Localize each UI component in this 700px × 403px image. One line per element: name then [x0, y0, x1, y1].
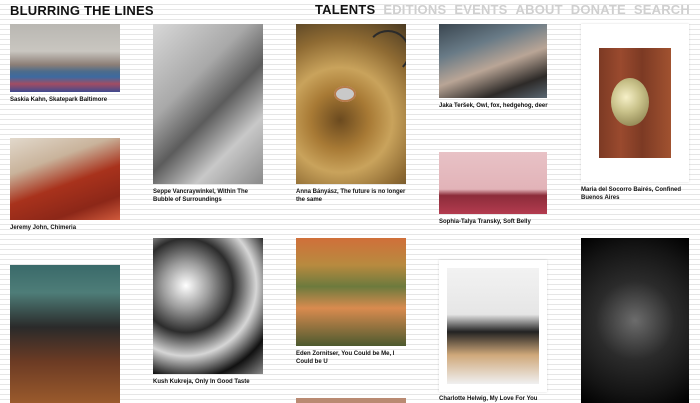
work-card-plant[interactable] [581, 238, 691, 403]
site-header: BLURRING THE LINES TALENTS EDITIONS EVEN… [0, 0, 700, 20]
work-frame [439, 260, 547, 392]
work-card-skatepark[interactable]: Saskia Kahn, Skatepark Baltimore [10, 24, 120, 106]
plate-shape-icon [611, 78, 649, 126]
eye-shape-icon [334, 86, 356, 102]
nav-about[interactable]: ABOUT [516, 2, 563, 17]
work-card-chimeria[interactable]: Jeremy John, Chimeria [10, 138, 120, 234]
work-caption[interactable]: Sophia-Talya Transky, Soft Belly [439, 218, 549, 226]
work-card-good-taste[interactable]: Kush Kukreja, Only In Good Taste [153, 238, 263, 388]
work-image-hug[interactable] [153, 24, 263, 184]
work-caption[interactable]: Saskia Kahn, Skatepark Baltimore [10, 96, 130, 104]
work-card-future[interactable]: Anna Bányász, The future is no longer th… [296, 24, 406, 206]
work-frame [581, 24, 689, 182]
nav-search[interactable]: SEARCH [634, 2, 690, 17]
main-nav: TALENTS EDITIONS EVENTS ABOUT DONATE SEA… [315, 2, 690, 17]
work-image-good-taste[interactable] [153, 238, 263, 374]
work-card-portrait[interactable] [10, 265, 120, 403]
work-card-bubble[interactable]: Seppe Vancraywinkel, Within The Bubble o… [153, 24, 263, 206]
work-card-could-be[interactable]: Eden Zornitser, You Could be Me, I Could… [296, 238, 406, 366]
work-image-vr[interactable] [447, 268, 539, 384]
nav-events[interactable]: EVENTS [454, 2, 507, 17]
work-caption[interactable]: Maria del Socorro Bairés, Confined Bueno… [581, 186, 691, 202]
work-image-bottom[interactable] [296, 398, 406, 403]
work-caption[interactable]: Charlotte Helwig, My Love For You [439, 395, 549, 403]
work-image-chimeria[interactable] [10, 138, 120, 220]
work-caption[interactable]: Jaka Teršek, Owl, fox, hedgehog, deer [439, 102, 549, 110]
work-card-soft-belly[interactable]: Sophia-Talya Transky, Soft Belly [439, 152, 549, 232]
work-caption[interactable]: Anna Bányász, The future is no longer th… [296, 188, 406, 204]
work-caption[interactable]: Kush Kukreja, Only In Good Taste [153, 378, 273, 386]
work-image-skatepark[interactable] [10, 24, 120, 92]
work-card-my-love[interactable]: Charlotte Helwig, My Love For You [439, 260, 549, 403]
work-image-sofa[interactable] [439, 152, 547, 214]
work-image-hands[interactable] [439, 24, 547, 98]
work-image-plant[interactable] [581, 238, 689, 403]
nav-donate[interactable]: DONATE [571, 2, 626, 17]
work-image-eden[interactable] [296, 238, 406, 346]
work-card-confined[interactable]: Maria del Socorro Bairés, Confined Bueno… [581, 24, 691, 204]
work-image-door[interactable] [599, 48, 671, 158]
horn-shape-icon [366, 30, 406, 74]
site-title[interactable]: BLURRING THE LINES [10, 3, 154, 18]
work-image-bull[interactable] [296, 24, 406, 184]
work-caption[interactable]: Jeremy John, Chimeria [10, 224, 130, 232]
work-caption[interactable]: Seppe Vancraywinkel, Within The Bubble o… [153, 188, 263, 204]
work-caption[interactable]: Eden Zornitser, You Could be Me, I Could… [296, 350, 406, 366]
nav-editions[interactable]: EDITIONS [383, 2, 446, 17]
work-card-owl[interactable]: Jaka Teršek, Owl, fox, hedgehog, deer [439, 24, 549, 120]
nav-talents[interactable]: TALENTS [315, 2, 375, 17]
work-image-portrait[interactable] [10, 265, 120, 403]
